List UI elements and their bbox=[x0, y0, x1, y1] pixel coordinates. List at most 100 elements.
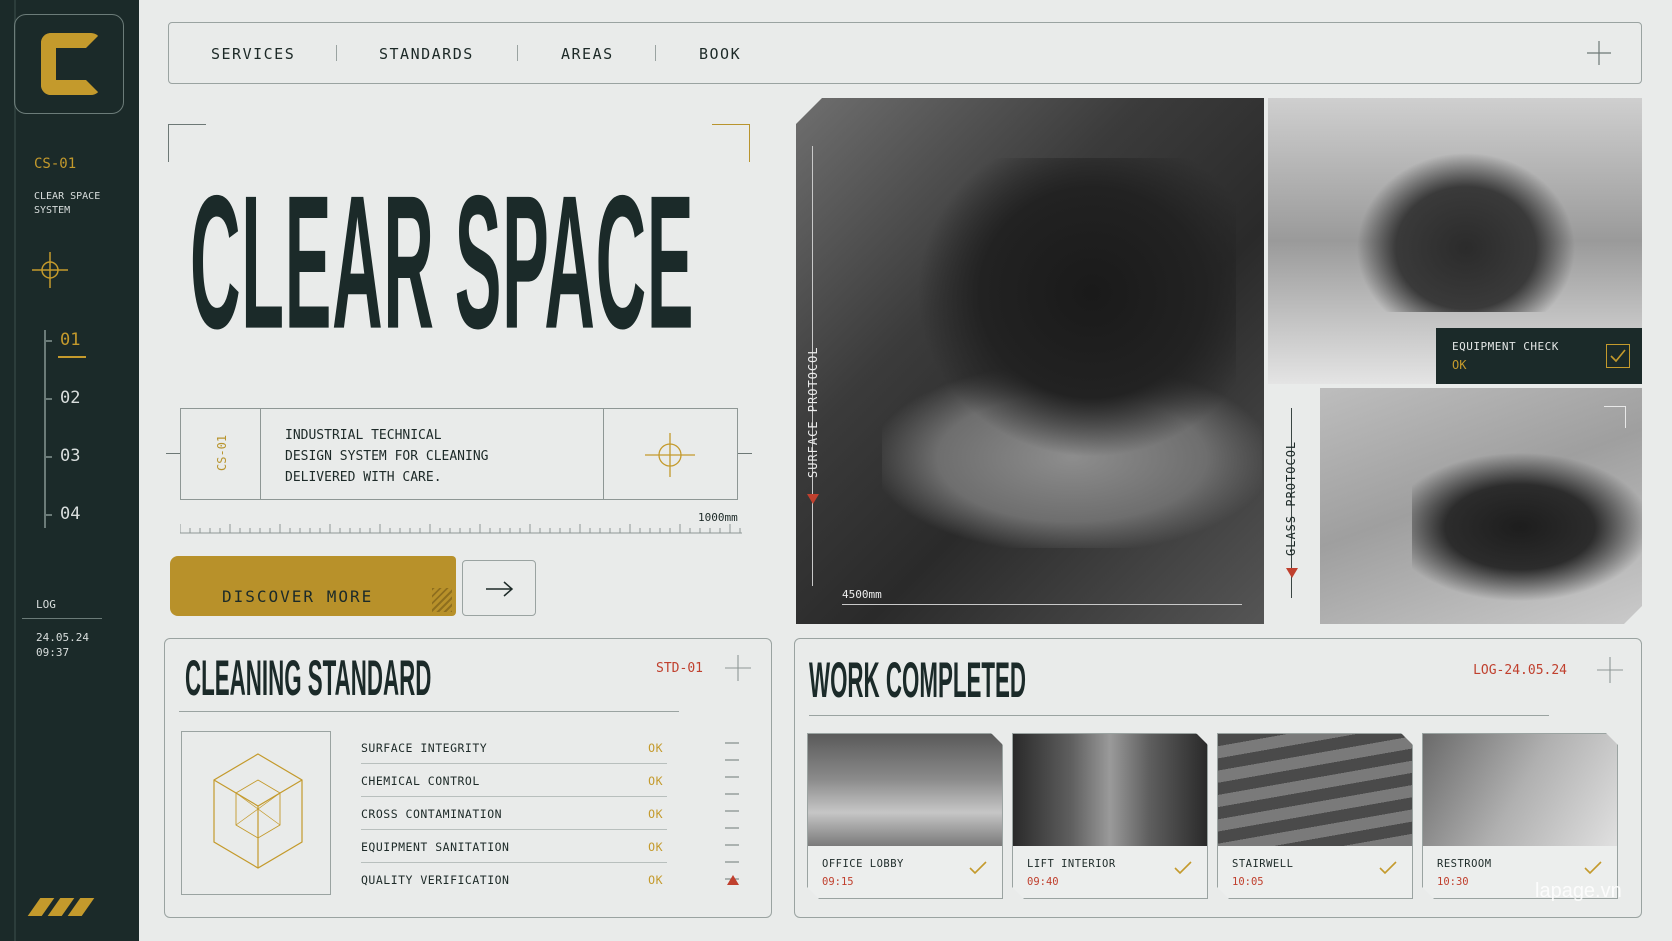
work-card[interactable]: RESTROOM 10:30 bbox=[1422, 733, 1618, 899]
checkbox-checked-icon bbox=[1606, 344, 1630, 368]
surface-protocol-label: SURFACE PROTOCOL bbox=[806, 346, 820, 478]
log-divider bbox=[22, 618, 102, 619]
hazard-stripes-icon bbox=[27, 898, 95, 920]
panel-divider bbox=[179, 711, 679, 712]
checklist-label: CHEMICAL CONTROL bbox=[361, 774, 480, 788]
measure-line-horizontal bbox=[842, 604, 1242, 605]
checklist-status: OK bbox=[648, 840, 663, 854]
target-icon bbox=[645, 433, 695, 477]
discover-more-button[interactable]: DISCOVER MORE bbox=[170, 556, 456, 616]
checklist-row: SURFACE INTEGRITY OK bbox=[361, 731, 667, 764]
arrow-right-button[interactable] bbox=[462, 560, 536, 616]
equipment-check-status: OK bbox=[1452, 358, 1467, 372]
work-card-time: 10:30 bbox=[1437, 876, 1469, 888]
glass-cleaning-photo: GLASS PROTOCOL bbox=[1268, 388, 1642, 624]
nav-separator bbox=[655, 45, 656, 61]
sidebar-system-name: CLEAR SPACE SYSTEM bbox=[34, 191, 101, 216]
checklist-label: CROSS CONTAMINATION bbox=[361, 807, 503, 821]
step-item-04[interactable]: 04 bbox=[44, 504, 80, 524]
nav-item-book[interactable]: BOOK bbox=[699, 45, 741, 63]
nav-separator bbox=[517, 45, 518, 61]
sidebar-code: CS-01 bbox=[34, 156, 77, 172]
floor-machine bbox=[1356, 152, 1576, 312]
checklist-label: EQUIPMENT SANITATION bbox=[361, 840, 510, 854]
checkmark-icon bbox=[1378, 860, 1398, 876]
hero-description: INDUSTRIAL TECHNICAL DESIGN SYSTEM FOR C… bbox=[285, 428, 489, 485]
discover-more-label: DISCOVER MORE bbox=[222, 586, 374, 606]
work-card-name: STAIRWELL bbox=[1232, 858, 1294, 870]
cube-diagram bbox=[181, 731, 331, 895]
work-card[interactable]: STAIRWELL 10:05 bbox=[1217, 733, 1413, 899]
frame-corner bbox=[712, 124, 750, 162]
nav-item-standards[interactable]: STANDARDS bbox=[379, 45, 474, 63]
work-card-time: 09:40 bbox=[1027, 876, 1059, 888]
checklist-row: QUALITY VERIFICATION OK bbox=[361, 863, 667, 896]
work-card[interactable]: OFFICE LOBBY 09:15 bbox=[807, 733, 1003, 899]
step-track-line bbox=[44, 330, 46, 528]
work-card-photo bbox=[1218, 734, 1412, 846]
log-date: 24.05.24 bbox=[36, 631, 89, 644]
work-log-code: LOG-24.05.24 bbox=[1473, 663, 1567, 678]
step-item-01[interactable]: 01 bbox=[44, 330, 86, 358]
squeegee-image bbox=[1320, 388, 1642, 624]
checkmark-icon bbox=[1173, 860, 1193, 876]
nav-item-areas[interactable]: AREAS bbox=[561, 45, 614, 63]
log-label: LOG bbox=[36, 598, 56, 611]
standard-code: STD-01 bbox=[656, 661, 703, 676]
info-target-cell bbox=[603, 409, 737, 499]
standard-checklist: SURFACE INTEGRITY OK CHEMICAL CONTROL OK C… bbox=[361, 731, 667, 896]
plus-icon[interactable] bbox=[725, 655, 751, 681]
work-card-name: RESTROOM bbox=[1437, 858, 1492, 870]
hero-code: CS-01 bbox=[215, 434, 229, 471]
level-scale bbox=[725, 742, 739, 880]
sidebar-edge-line bbox=[14, 0, 16, 941]
work-card[interactable]: LIFT INTERIOR 09:40 bbox=[1012, 733, 1208, 899]
ruler-label: 1000mm bbox=[698, 511, 738, 524]
plus-icon[interactable] bbox=[1587, 41, 1611, 65]
checklist-status: OK bbox=[648, 774, 663, 788]
gloved-hand bbox=[916, 158, 1236, 458]
checklist-status: OK bbox=[648, 741, 663, 755]
surface-cleaning-photo: SURFACE PROTOCOL 4500mm bbox=[796, 98, 1264, 624]
arrow-right-icon bbox=[486, 581, 514, 597]
checklist-status: OK bbox=[648, 873, 663, 887]
work-card-time: 10:05 bbox=[1232, 876, 1264, 888]
top-navigation: SERVICES STANDARDS AREAS BOOK bbox=[168, 22, 1642, 84]
nav-separator bbox=[336, 45, 337, 61]
cleaning-standard-panel: CLEANING STANDARD STD-01 SURFACE INTEGRI… bbox=[164, 638, 772, 918]
dimension-tick bbox=[738, 453, 752, 454]
checkmark-icon bbox=[968, 860, 988, 876]
plus-icon[interactable] bbox=[1597, 657, 1623, 683]
checklist-row: EQUIPMENT SANITATION OK bbox=[361, 830, 667, 863]
glass-protocol-label: GLASS PROTOCOL bbox=[1284, 440, 1298, 556]
cleaning-standard-title: CLEANING STANDARD bbox=[185, 648, 432, 707]
work-card-photo bbox=[808, 734, 1002, 846]
step-item-02[interactable]: 02 bbox=[44, 388, 80, 408]
hero-title: CLEAR SPACE bbox=[190, 156, 695, 370]
measurement-ruler bbox=[180, 524, 742, 534]
work-completed-title: WORK COMPLETED bbox=[809, 650, 1026, 709]
crosshair-icon bbox=[32, 252, 68, 288]
step-item-03[interactable]: 03 bbox=[44, 446, 80, 466]
sidebar: CS-01 CLEAR SPACE SYSTEM 01 02 03 04 LOG… bbox=[0, 0, 139, 941]
equipment-check-title: EQUIPMENT CHECK bbox=[1452, 340, 1559, 353]
squeegee bbox=[1412, 452, 1652, 602]
work-card-time: 09:15 bbox=[822, 876, 854, 888]
equipment-check-badge: EQUIPMENT CHECK OK bbox=[1436, 328, 1642, 384]
checklist-label: QUALITY VERIFICATION bbox=[361, 873, 510, 887]
panel-divider bbox=[809, 715, 1549, 716]
triangle-marker-icon bbox=[727, 875, 739, 885]
work-card-name: OFFICE LOBBY bbox=[822, 858, 904, 870]
info-code-cell: CS-01 bbox=[181, 409, 261, 499]
frame-corner bbox=[1604, 406, 1626, 428]
measure-label: 4500mm bbox=[842, 588, 882, 601]
hero-info-box: CS-01 INDUSTRIAL TECHNICAL DESIGN SYSTEM… bbox=[180, 408, 738, 500]
nav-item-services[interactable]: SERVICES bbox=[211, 45, 295, 63]
checklist-status: OK bbox=[648, 807, 663, 821]
watermark: lapage.vn bbox=[1535, 880, 1622, 902]
checkmark-icon bbox=[1583, 860, 1603, 876]
equipment-photo: EQUIPMENT CHECK OK bbox=[1268, 98, 1642, 384]
logo[interactable] bbox=[14, 14, 124, 114]
hatch-pattern bbox=[432, 588, 452, 612]
checklist-label: SURFACE INTEGRITY bbox=[361, 741, 488, 755]
